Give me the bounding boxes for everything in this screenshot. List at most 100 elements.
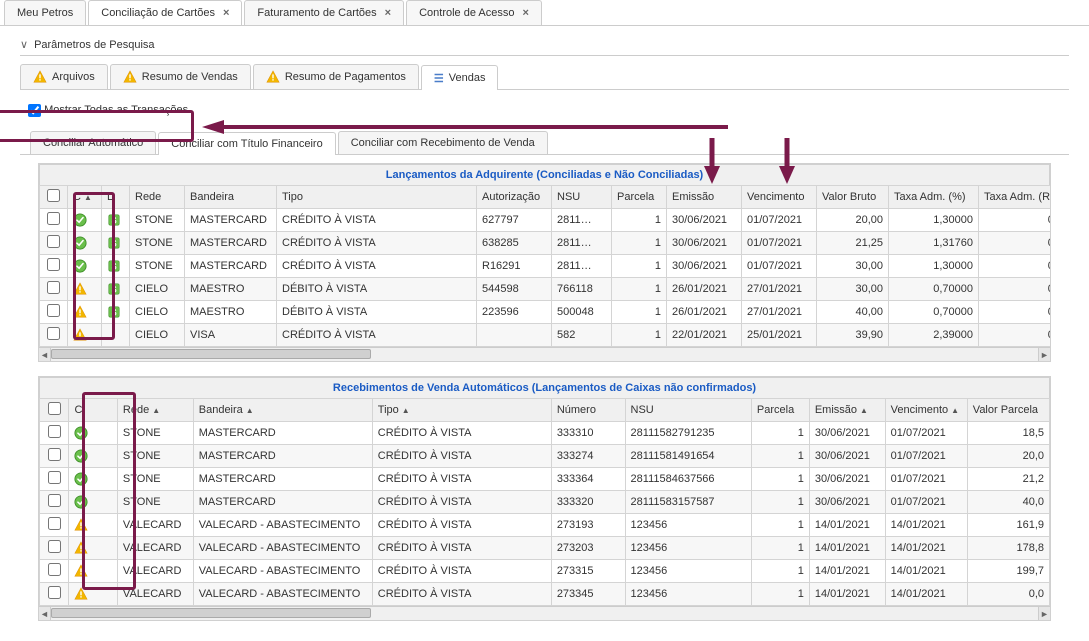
row-checkbox[interactable]	[48, 517, 61, 530]
table-row[interactable]: CIELOMAESTRODÉBITO À VISTA54459876611812…	[40, 278, 1052, 301]
show-all-label[interactable]: Mostrar Todas as Transações	[28, 104, 188, 116]
row-checkbox[interactable]	[47, 304, 60, 317]
column-header[interactable]: Taxa Adm. (R$)	[979, 186, 1052, 209]
cell-tipo: CRÉDITO À VISTA	[277, 255, 477, 278]
cell-tipo: DÉBITO À VISTA	[277, 301, 477, 324]
top-tab[interactable]: Conciliação de Cartões×	[88, 0, 242, 25]
row-checkbox[interactable]	[47, 235, 60, 248]
scroll-right-icon[interactable]: ►	[1038, 607, 1050, 621]
top-tab[interactable]: Controle de Acesso×	[406, 0, 542, 25]
column-header[interactable]: C	[69, 399, 117, 422]
column-header[interactable]: L	[102, 186, 130, 209]
cell-rede: VALECARD	[117, 583, 193, 606]
column-header[interactable]: NSU	[552, 186, 612, 209]
column-header[interactable]: Taxa Adm. (%)	[889, 186, 979, 209]
inner-tab[interactable]: ☰Vendas	[421, 65, 499, 90]
row-checkbox[interactable]	[48, 494, 61, 507]
column-header[interactable]: Parcela	[612, 186, 667, 209]
inner-tab[interactable]: Resumo de Pagamentos	[253, 64, 419, 89]
cell-tipo: CRÉDITO À VISTA	[277, 209, 477, 232]
cell-nsu: 28111581491654	[625, 445, 751, 468]
column-header[interactable]	[40, 399, 69, 422]
cell-autorizacao: 223596	[477, 301, 552, 324]
cell-nsu: 123456	[625, 537, 751, 560]
params-header[interactable]: ∨ Parâmetros de Pesquisa	[20, 38, 1069, 56]
scroll-thumb[interactable]	[51, 608, 371, 618]
cell-bandeira: VISA	[185, 324, 277, 347]
column-header[interactable]: Tipo	[372, 399, 551, 422]
sub-tab[interactable]: Conciliar com Recebimento de Venda	[338, 131, 548, 154]
table-row[interactable]: STONEMASTERCARDCRÉDITO À VISTA3333102811…	[40, 422, 1050, 445]
column-header[interactable]: Parcela	[751, 399, 809, 422]
cell-nsu: 28111583157587	[625, 491, 751, 514]
row-checkbox[interactable]	[48, 586, 61, 599]
sub-tab[interactable]: Conciliar com Título Financeiro	[158, 132, 335, 155]
cell-taxa-pct: 1,30000	[889, 209, 979, 232]
cell-nsu: 123456	[625, 583, 751, 606]
column-header[interactable]: Bandeira	[193, 399, 372, 422]
scroll-thumb[interactable]	[51, 349, 371, 359]
table-row[interactable]: VALECARDVALECARD - ABASTECIMENTOCRÉDITO …	[40, 583, 1050, 606]
row-checkbox[interactable]	[47, 258, 60, 271]
sub-tab[interactable]: Conciliar Automático	[30, 131, 156, 154]
column-header[interactable]: Rede	[130, 186, 185, 209]
close-icon[interactable]: ×	[522, 7, 528, 19]
row-checkbox[interactable]	[48, 540, 61, 553]
column-header[interactable]: Valor Bruto	[817, 186, 889, 209]
warning-icon	[33, 70, 47, 84]
table1-scrollbar[interactable]: ◄ ►	[39, 347, 1050, 361]
column-header[interactable]: Emissão	[809, 399, 885, 422]
row-checkbox[interactable]	[47, 327, 60, 340]
table-row[interactable]: STONEMASTERCARDCRÉDITO À VISTA3333642811…	[40, 468, 1050, 491]
table-row[interactable]: STONEMASTERCARDCRÉDITO À VISTA6277972811…	[40, 209, 1052, 232]
top-tab[interactable]: Meu Petros	[4, 0, 86, 25]
cell-numero: 273315	[551, 560, 625, 583]
select-all-checkbox[interactable]	[48, 402, 61, 415]
column-header[interactable]: Número	[551, 399, 625, 422]
table-row[interactable]: CIELOVISACRÉDITO À VISTA582122/01/202125…	[40, 324, 1052, 347]
cell-taxa-rs: 0,1	[979, 209, 1052, 232]
column-header[interactable]: Tipo	[277, 186, 477, 209]
table-row[interactable]: CIELOMAESTRODÉBITO À VISTA22359650004812…	[40, 301, 1052, 324]
show-all-checkbox[interactable]	[28, 104, 41, 117]
row-checkbox[interactable]	[47, 212, 60, 225]
column-header[interactable]: Autorização	[477, 186, 552, 209]
cell-numero: 333364	[551, 468, 625, 491]
column-header[interactable]: Valor Parcela	[967, 399, 1049, 422]
row-checkbox[interactable]	[48, 425, 61, 438]
table2-scrollbar[interactable]: ◄ ►	[39, 606, 1050, 620]
link-icon	[102, 301, 130, 324]
column-header[interactable]: NSU	[625, 399, 751, 422]
link-icon	[102, 255, 130, 278]
column-header[interactable]: C	[68, 186, 102, 209]
row-checkbox[interactable]	[48, 448, 61, 461]
column-header[interactable]: Rede	[117, 399, 193, 422]
cell-rede: VALECARD	[117, 560, 193, 583]
table-row[interactable]: STONEMASTERCARDCRÉDITO À VISTA3332742811…	[40, 445, 1050, 468]
table-row[interactable]: STONEMASTERCARDCRÉDITO À VISTA6382852811…	[40, 232, 1052, 255]
inner-tab[interactable]: Arquivos	[20, 64, 108, 89]
table-row[interactable]: STONEMASTERCARDCRÉDITO À VISTAR162912811…	[40, 255, 1052, 278]
scroll-right-icon[interactable]: ►	[1038, 348, 1050, 362]
row-checkbox[interactable]	[48, 563, 61, 576]
close-icon[interactable]: ×	[385, 7, 391, 19]
row-checkbox[interactable]	[48, 471, 61, 484]
table2: CRedeBandeiraTipoNúmeroNSUParcelaEmissão…	[39, 398, 1050, 606]
column-header[interactable]: Vencimento	[885, 399, 967, 422]
table-row[interactable]: STONEMASTERCARDCRÉDITO À VISTA3333202811…	[40, 491, 1050, 514]
column-header[interactable]: Bandeira	[185, 186, 277, 209]
scroll-left-icon[interactable]: ◄	[39, 348, 51, 362]
column-header[interactable]: Emissão	[667, 186, 742, 209]
scroll-left-icon[interactable]: ◄	[39, 607, 51, 621]
row-checkbox[interactable]	[47, 281, 60, 294]
table-row[interactable]: VALECARDVALECARD - ABASTECIMENTOCRÉDITO …	[40, 537, 1050, 560]
column-header[interactable]: Vencimento	[742, 186, 817, 209]
select-all-checkbox[interactable]	[47, 189, 60, 202]
column-header[interactable]	[40, 186, 68, 209]
cell-rede: STONE	[117, 468, 193, 491]
close-icon[interactable]: ×	[223, 7, 229, 19]
table-row[interactable]: VALECARDVALECARD - ABASTECIMENTOCRÉDITO …	[40, 514, 1050, 537]
inner-tab[interactable]: Resumo de Vendas	[110, 64, 251, 89]
table-row[interactable]: VALECARDVALECARD - ABASTECIMENTOCRÉDITO …	[40, 560, 1050, 583]
top-tab[interactable]: Faturamento de Cartões×	[244, 0, 404, 25]
